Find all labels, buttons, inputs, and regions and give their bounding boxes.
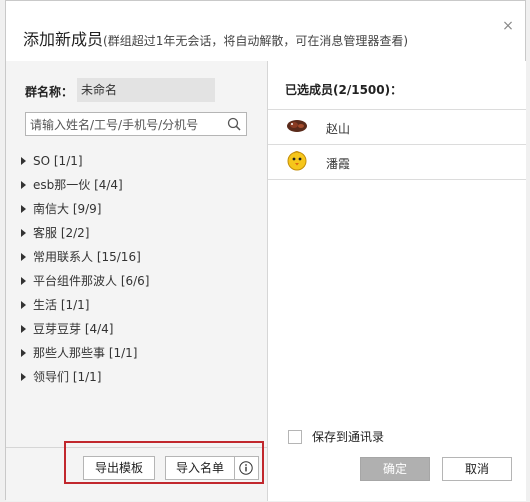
tree-item-kefu[interactable]: 客服 [2/2] bbox=[21, 221, 261, 245]
tree-item-label: 平台组件那波人 [6/6] bbox=[33, 274, 150, 288]
caret-right-icon[interactable] bbox=[21, 228, 26, 237]
selected-members-title: 已选成员(2/1500)： bbox=[285, 83, 403, 97]
tree-item-label: esb那一伙 [4/4] bbox=[33, 178, 123, 192]
member-row[interactable]: 潘霞 bbox=[268, 145, 526, 180]
tree-item-label: 领导们 [1/1] bbox=[33, 370, 102, 384]
brown-bird-avatar-icon bbox=[287, 120, 307, 132]
contact-group-tree: SO [1/1] esb那一伙 [4/4] 南信大 [9/9] 客服 [2/2]… bbox=[21, 149, 261, 389]
save-to-contacts-row: 保存到通讯录 bbox=[288, 428, 384, 445]
tree-item-those-people[interactable]: 那些人那些事 [1/1] bbox=[21, 341, 261, 365]
caret-right-icon[interactable] bbox=[21, 372, 26, 381]
tree-item-label: 常用联系人 [15/16] bbox=[33, 250, 141, 264]
confirm-button[interactable]: 确定 bbox=[360, 457, 430, 481]
tree-item-douya[interactable]: 豆芽豆芽 [4/4] bbox=[21, 317, 261, 341]
import-info-button[interactable] bbox=[235, 456, 259, 480]
dialog-titlebar: 添加新成员(群组超过1年无会话，将自动解散，可在消息管理器查看) × bbox=[6, 1, 525, 62]
caret-right-icon[interactable] bbox=[21, 204, 26, 213]
dialog-title-text: 添加新成员 bbox=[23, 30, 104, 49]
search-input[interactable] bbox=[26, 113, 222, 137]
tree-item-label: 豆芽豆芽 [4/4] bbox=[33, 322, 114, 336]
info-icon[interactable] bbox=[239, 461, 253, 475]
caret-right-icon[interactable] bbox=[21, 300, 26, 309]
tree-item-label: 那些人那些事 [1/1] bbox=[33, 346, 138, 360]
cancel-button[interactable]: 取消 bbox=[442, 457, 512, 481]
tree-item-so[interactable]: SO [1/1] bbox=[21, 149, 261, 173]
tree-item-label: 南信大 [9/9] bbox=[33, 202, 102, 216]
caret-right-icon[interactable] bbox=[21, 180, 26, 189]
import-list-button[interactable]: 导入名单 bbox=[165, 456, 235, 480]
caret-right-icon[interactable] bbox=[21, 348, 26, 357]
caret-right-icon[interactable] bbox=[21, 156, 26, 165]
left-footer-divider bbox=[6, 447, 268, 448]
tree-item-platform-team[interactable]: 平台组件那波人 [6/6] bbox=[21, 269, 261, 293]
group-name-label: 群名称： bbox=[25, 85, 74, 99]
save-to-contacts-label: 保存到通讯录 bbox=[312, 430, 385, 444]
tree-item-label: 客服 [2/2] bbox=[33, 226, 90, 240]
search-box bbox=[25, 112, 247, 137]
save-to-contacts-checkbox[interactable] bbox=[288, 429, 302, 444]
caret-right-icon[interactable] bbox=[21, 324, 26, 333]
member-row[interactable]: 赵山 bbox=[268, 110, 526, 145]
tree-item-esb[interactable]: esb那一伙 [4/4] bbox=[21, 173, 261, 197]
search-icon[interactable] bbox=[227, 117, 241, 131]
tree-item-label: 生活 [1/1] bbox=[33, 298, 90, 312]
tree-item-nanxinda[interactable]: 南信大 [9/9] bbox=[21, 197, 261, 221]
dialog-subtitle: (群组超过1年无会话，将自动解散，可在消息管理器查看) bbox=[103, 34, 409, 48]
caret-right-icon[interactable] bbox=[21, 276, 26, 285]
caret-right-icon[interactable] bbox=[21, 252, 26, 261]
selected-member-list: 赵山 潘霞 bbox=[268, 109, 526, 180]
left-panel: 群名称： 未命名 SO [1/1] esb那一伙 [4/4] 南信大 [9/9]… bbox=[6, 61, 268, 501]
close-icon[interactable]: × bbox=[501, 19, 515, 33]
right-panel: 已选成员(2/1500)： 赵山 潘霞 保存到通讯录 确定 取消 bbox=[268, 61, 526, 501]
tree-item-leaders[interactable]: 领导们 [1/1] bbox=[21, 365, 261, 389]
dialog-title: 添加新成员(群组超过1年无会话，将自动解散，可在消息管理器查看) bbox=[23, 26, 408, 50]
group-name-field[interactable]: 未命名 bbox=[77, 78, 215, 102]
tree-item-label: SO [1/1] bbox=[33, 154, 83, 168]
export-template-button[interactable]: 导出模板 bbox=[83, 456, 155, 480]
tree-item-frequent-contacts[interactable]: 常用联系人 [15/16] bbox=[21, 245, 261, 269]
tree-item-life[interactable]: 生活 [1/1] bbox=[21, 293, 261, 317]
add-member-dialog: 添加新成员(群组超过1年无会话，将自动解散，可在消息管理器查看) × 群名称： … bbox=[5, 0, 526, 501]
yellow-chick-avatar-icon bbox=[287, 151, 307, 171]
member-name: 潘霞 bbox=[326, 157, 351, 171]
member-name: 赵山 bbox=[326, 122, 351, 136]
